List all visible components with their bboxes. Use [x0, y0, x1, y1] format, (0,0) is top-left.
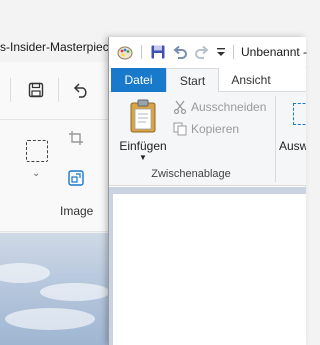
background-canvas [0, 233, 120, 345]
tab-datei[interactable]: Datei [111, 68, 166, 92]
undo-icon[interactable] [72, 82, 90, 98]
select-label: Ausw [279, 139, 306, 153]
cut-button[interactable]: Ausschneiden [173, 99, 273, 117]
drawing-canvas[interactable] [113, 194, 306, 345]
crop-icon[interactable] [68, 130, 84, 146]
copy-button[interactable]: Kopieren [173, 121, 273, 139]
image-resize-icon[interactable] [68, 170, 84, 186]
redo-icon[interactable] [195, 45, 209, 59]
scissors-icon [173, 100, 187, 114]
window-title: Unbenannt - [241, 45, 308, 59]
paint-app-icon[interactable] [117, 44, 133, 60]
undo-icon[interactable] [173, 45, 187, 59]
copy-icon [173, 122, 187, 136]
ribbon-tabs: Datei Start Ansicht [109, 68, 306, 93]
cut-label: Ausschneiden [191, 100, 267, 114]
tab-start[interactable]: Start [166, 68, 219, 93]
select-button[interactable]: Ausw [279, 97, 306, 177]
selection-icon [293, 103, 306, 125]
toolbar-divider [10, 78, 11, 102]
selection-icon[interactable] [26, 140, 48, 162]
quick-access-divider [141, 45, 142, 59]
copy-label: Kopieren [191, 122, 240, 136]
save-icon[interactable] [28, 82, 44, 98]
paste-label: Einfügen [119, 139, 167, 153]
tab-ansicht[interactable]: Ansicht [221, 68, 281, 92]
customize-quick-access-icon[interactable] [215, 46, 227, 58]
image-group-label: Image [60, 204, 94, 218]
chevron-down-icon[interactable]: ⌄ [32, 168, 40, 179]
title-bar: Unbenannt - [109, 37, 308, 67]
chevron-down-icon[interactable]: ▼ [139, 153, 147, 162]
save-icon[interactable] [151, 45, 165, 59]
clipboard-group-label: Zwischenablage [151, 168, 231, 180]
workspace [109, 187, 306, 345]
clipboard-icon [130, 99, 156, 133]
ribbon-group-divider [275, 96, 276, 182]
title-divider [233, 45, 234, 59]
background-toolbar [0, 62, 120, 120]
paint-window: Unbenannt - Datei Start Ansicht Einfügen… [108, 37, 308, 345]
toolbar-divider [58, 78, 59, 102]
background-window-title: s-Insider-Masterpiece [0, 40, 116, 54]
paste-button[interactable]: Einfügen ▼ [115, 97, 167, 165]
ribbon: Einfügen ▼ Ausschneiden Kopieren Zwische… [109, 92, 306, 186]
